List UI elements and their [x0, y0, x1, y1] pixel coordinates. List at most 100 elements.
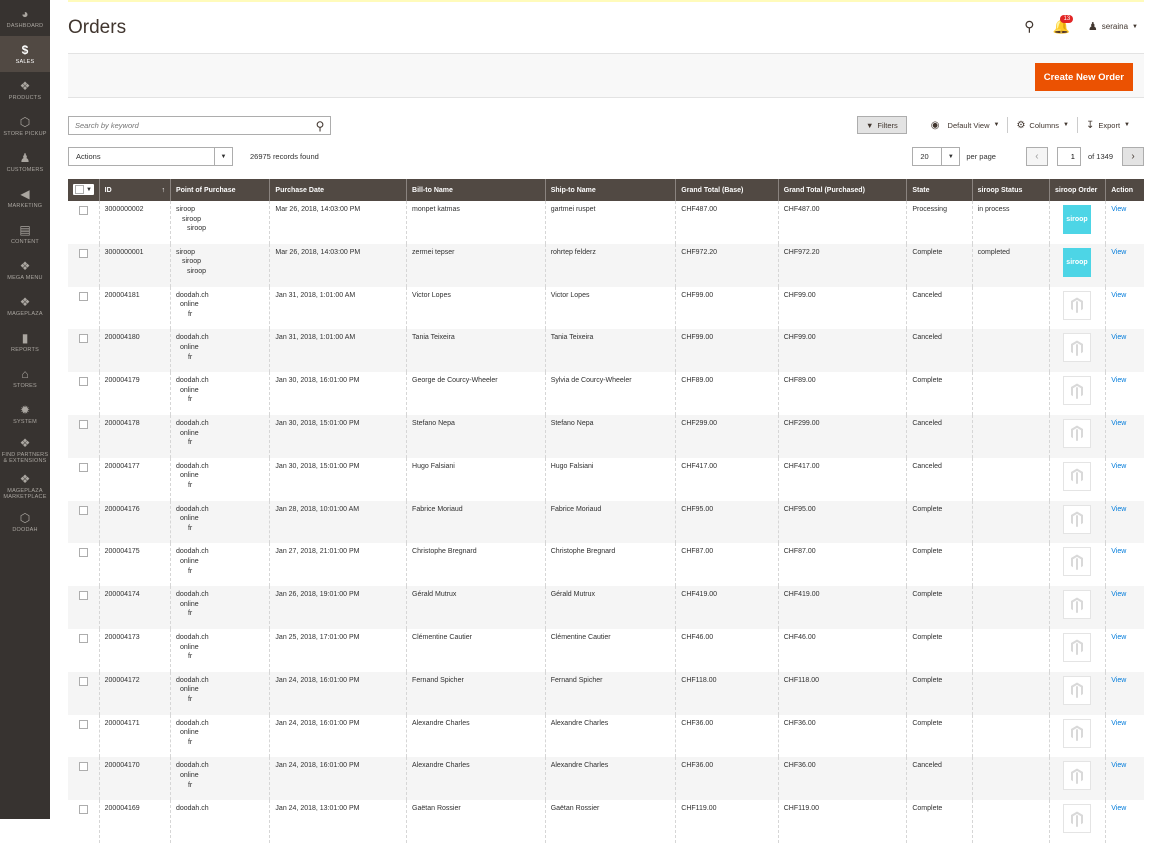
magento-logo — [1063, 761, 1091, 791]
column-header-label: siroop Order — [1055, 186, 1098, 194]
search-icon[interactable]: ⚲ — [310, 119, 330, 133]
sidebar-item-doodah[interactable]: ⬡ DOODAH — [0, 504, 50, 540]
view-link[interactable]: View — [1111, 420, 1126, 427]
row-checkbox[interactable] — [79, 462, 88, 472]
sidebar-item-marketing[interactable]: ◀ MARKETING — [0, 180, 50, 216]
column-header[interactable]: Action — [1105, 179, 1144, 201]
table-row[interactable]: 200004175 doodah.ch online fr Jan 27, 2018, … — [68, 543, 1144, 587]
point-of-purchase: doodah.ch online fr — [169, 500, 270, 544]
table-row[interactable]: 200004178 doodah.ch online fr Jan 30, 2018, … — [68, 414, 1144, 458]
pop-line: online — [179, 386, 199, 394]
previous-page-button[interactable]: ‹ — [1025, 147, 1048, 166]
column-header[interactable]: Point of Purchase — [169, 179, 270, 201]
export-dropdown[interactable]: ↧ Export ▼ — [1078, 120, 1138, 131]
siroop-order-cell — [1048, 457, 1106, 501]
point-of-purchase: doodah.ch online fr — [169, 586, 270, 629]
table-row[interactable]: 200004181 doodah.ch online fr Jan 31, 2018, … — [68, 286, 1144, 330]
row-checkbox[interactable] — [79, 334, 88, 344]
row-checkbox[interactable] — [79, 291, 88, 301]
column-header[interactable]: siroop Order — [1048, 179, 1106, 201]
view-link[interactable]: View — [1111, 677, 1126, 684]
view-link[interactable]: View — [1111, 762, 1126, 769]
filters-button[interactable]: ▼ Filters — [856, 116, 907, 134]
view-link[interactable]: View — [1111, 506, 1126, 513]
view-link[interactable]: View — [1111, 591, 1126, 598]
table-row[interactable]: 200004169 doodah.ch Jan 24, 2018, 13:01:00… — [68, 800, 1144, 843]
bill-to-name: Gaëtan Rossier — [406, 800, 546, 843]
table-row[interactable]: 3000000002 siroop siroop siroop Mar 26, 2018… — [68, 201, 1144, 244]
select-all-header[interactable]: ▼ — [68, 179, 100, 201]
page-number-input[interactable] — [1056, 147, 1081, 166]
sidebar-item-reports[interactable]: ▮ REPORTS — [0, 324, 50, 360]
mass-actions-select[interactable]: Actions ▼ — [68, 147, 233, 166]
table-row[interactable]: 200004170 doodah.ch online fr Jan 24, 2018, … — [68, 757, 1144, 801]
sidebar-item-mageplaza-marketplace[interactable]: ❖ MAGEPLAZA MARKETPLACE — [0, 468, 50, 504]
row-checkbox[interactable] — [79, 719, 88, 729]
row-checkbox[interactable] — [79, 419, 88, 429]
row-checkbox[interactable] — [79, 591, 88, 601]
row-checkbox[interactable] — [79, 505, 88, 515]
view-link[interactable]: View — [1111, 463, 1126, 470]
sidebar-item-content[interactable]: ▤ CONTENT — [0, 216, 50, 252]
table-row[interactable]: 200004172 doodah.ch online fr Jan 24, 2018, … — [68, 671, 1144, 715]
row-checkbox[interactable] — [79, 762, 88, 772]
sidebar-item-sales[interactable]: $ SALES — [0, 36, 50, 72]
ship-to-name: Gérald Mutrux — [544, 586, 676, 629]
column-header[interactable]: Bill-to Name — [406, 179, 546, 201]
sidebar-item-store-pickup[interactable]: ⬡ STORE PICKUP — [0, 108, 50, 144]
table-row[interactable]: 200004179 doodah.ch online fr Jan 30, 2018, … — [68, 372, 1144, 415]
user-menu[interactable]: ♟ seraina ▼ — [1088, 20, 1138, 33]
table-row[interactable]: 200004173 doodah.ch online fr Jan 25, 2018, … — [68, 628, 1144, 672]
row-checkbox[interactable] — [79, 676, 88, 686]
view-link[interactable]: View — [1111, 634, 1126, 641]
row-checkbox[interactable] — [79, 633, 88, 643]
view-dropdown[interactable]: ◉ Default View ▼ — [923, 120, 1008, 131]
sidebar-item-dashboard[interactable]: ◕ DASHBOARD — [0, 0, 50, 36]
column-header[interactable]: State — [906, 179, 973, 201]
search-input[interactable] — [69, 117, 310, 134]
table-row[interactable]: 200004171 doodah.ch online fr Jan 24, 2018, … — [68, 714, 1144, 758]
sidebar-item-mageplaza[interactable]: ❖ MAGEPLAZA — [0, 288, 50, 324]
next-page-button[interactable]: › — [1122, 147, 1144, 166]
sidebar-item-find-partners-extensions[interactable]: ❖ FIND PARTNERS & EXTENSIONS — [0, 432, 50, 468]
pop-line: online — [179, 301, 199, 309]
table-row[interactable]: 200004177 doodah.ch online fr Jan 30, 2018, … — [68, 457, 1144, 501]
table-row[interactable]: 200004176 doodah.ch online fr Jan 28, 2018, … — [68, 500, 1144, 544]
table-row[interactable]: 200004180 doodah.ch online fr Jan 31, 2018, … — [68, 329, 1144, 373]
per-page-select[interactable]: 20 ▼ — [912, 147, 961, 166]
view-link[interactable]: View — [1111, 292, 1126, 299]
column-header[interactable]: Grand Total (Purchased) — [777, 179, 907, 201]
row-checkbox[interactable] — [79, 206, 88, 215]
column-header[interactable]: ID ↑ — [98, 179, 171, 201]
view-link[interactable]: View — [1111, 206, 1126, 213]
row-checkbox[interactable] — [79, 248, 88, 258]
row-select-cell — [68, 458, 99, 501]
view-link[interactable]: View — [1111, 377, 1126, 384]
row-checkbox[interactable] — [79, 377, 88, 387]
view-link[interactable]: View — [1111, 334, 1126, 341]
view-link[interactable]: View — [1111, 548, 1126, 555]
columns-dropdown[interactable]: ⚙ Columns ▼ — [1008, 120, 1077, 131]
column-header[interactable]: Ship-to Name — [544, 179, 676, 201]
grand-total-purchased: CHF417.00 — [777, 457, 907, 501]
table-row[interactable]: 200004174 doodah.ch online fr Jan 26, 2018, … — [68, 586, 1144, 629]
table-row[interactable]: 3000000001 siroop siroop siroop Mar 26, 2018… — [68, 243, 1144, 287]
row-checkbox[interactable] — [79, 805, 88, 815]
sidebar-item-stores[interactable]: ⌂ STORES — [0, 360, 50, 396]
sidebar-item-system[interactable]: ✹ SYSTEM — [0, 396, 50, 432]
bell-icon[interactable]: 🔔 13 — [1052, 15, 1074, 35]
total-pages: of 1349 — [1087, 152, 1113, 161]
view-link[interactable]: View — [1111, 805, 1126, 812]
search-icon[interactable]: ⚲ — [1024, 18, 1034, 35]
view-link[interactable]: View — [1111, 720, 1126, 727]
row-checkbox[interactable] — [79, 548, 88, 558]
sidebar-item-mega-menu[interactable]: ❖ MEGA MENU — [0, 252, 50, 288]
sidebar-item-customers[interactable]: ♟ CUSTOMERS — [0, 144, 50, 180]
create-new-order-button[interactable]: Create New Order — [1034, 63, 1133, 91]
column-header[interactable]: Purchase Date — [269, 179, 407, 201]
column-header[interactable]: siroop Status — [971, 179, 1050, 201]
mass-select-checkbox[interactable]: ▼ — [73, 184, 94, 195]
column-header[interactable]: Grand Total (Base) — [675, 179, 779, 201]
view-link[interactable]: View — [1111, 249, 1126, 256]
sidebar-item-products[interactable]: ❖ PRODUCTS — [0, 72, 50, 108]
